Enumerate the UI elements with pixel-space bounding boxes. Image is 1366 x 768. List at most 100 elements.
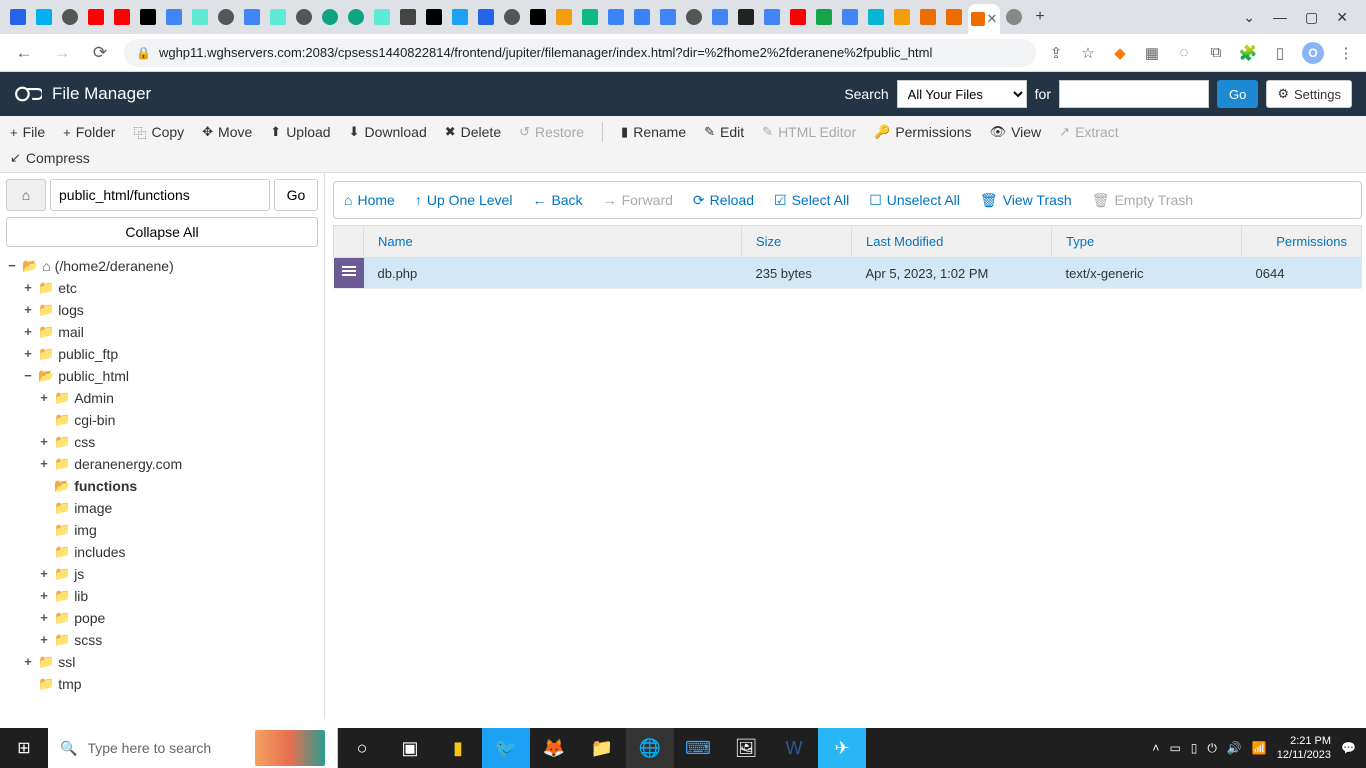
path-input[interactable]	[50, 179, 270, 211]
col-size[interactable]: Size	[742, 226, 852, 258]
taskbar-app[interactable]: ○	[338, 728, 386, 768]
tab-icon[interactable]	[760, 5, 784, 29]
tab-icon[interactable]	[110, 5, 134, 29]
taskbar-app[interactable]: ✈	[818, 728, 866, 768]
tab-icon[interactable]	[630, 5, 654, 29]
tab-icon[interactable]	[448, 5, 472, 29]
extension-icon[interactable]: ◌	[1174, 43, 1194, 63]
tab-icon[interactable]	[604, 5, 628, 29]
home-button[interactable]: ⌂Home	[344, 192, 395, 208]
copy-button[interactable]: ⿻Copy	[133, 123, 184, 142]
col-icon[interactable]	[334, 226, 364, 258]
tab-active[interactable]: ✕	[968, 4, 1000, 34]
tab-icon[interactable]	[864, 5, 888, 29]
col-name[interactable]: Name	[364, 226, 742, 258]
tab-icon[interactable]	[6, 5, 30, 29]
star-icon[interactable]: ☆	[1078, 43, 1098, 63]
restore-button[interactable]: ↺Restore	[519, 124, 584, 140]
tab-icon[interactable]	[838, 5, 862, 29]
tab-icon[interactable]	[734, 5, 758, 29]
tab-icon[interactable]	[656, 5, 680, 29]
tab-icon[interactable]	[162, 5, 186, 29]
unselect-all-button[interactable]: ☐Unselect All	[869, 192, 960, 209]
tray-wifi-icon[interactable]: 📶	[1252, 741, 1267, 755]
extensions-icon[interactable]: 🧩	[1238, 43, 1258, 63]
tab-icon[interactable]	[396, 5, 420, 29]
close-icon[interactable]: ✕	[987, 11, 998, 27]
tree-node-tmp[interactable]: 📁tmp	[22, 673, 318, 695]
file-button[interactable]: +File	[10, 124, 45, 140]
back-button[interactable]: ←	[10, 43, 38, 63]
taskbar-app[interactable]: ▣	[386, 728, 434, 768]
tray-icon[interactable]: ▭	[1169, 741, 1180, 755]
tab-icon[interactable]	[318, 5, 342, 29]
col-modified[interactable]: Last Modified	[852, 226, 1052, 258]
chevron-down-icon[interactable]: ⌄	[1243, 9, 1255, 26]
tree-root[interactable]: −📂⌂(/home2/deranene)	[6, 255, 318, 277]
maximize-button[interactable]: ▢	[1305, 9, 1318, 26]
taskbar-app[interactable]: 🖼	[722, 728, 770, 768]
taskbar-app[interactable]: ▮	[434, 728, 482, 768]
tree-node-admin[interactable]: +📁Admin	[38, 387, 318, 409]
tab-icon[interactable]	[786, 5, 810, 29]
tree-node-img[interactable]: 📁img	[38, 519, 318, 541]
extract-button[interactable]: ↗Extract	[1059, 124, 1118, 140]
tab-icon[interactable]	[58, 5, 82, 29]
tree-node-mail[interactable]: +📁mail	[22, 321, 318, 343]
tab-icon[interactable]	[708, 5, 732, 29]
taskbar-clock[interactable]: 2:21 PM 12/11/2023	[1277, 734, 1331, 762]
tray-chevron-icon[interactable]: ˄	[1152, 741, 1159, 755]
reload-button[interactable]: ⟳	[86, 43, 114, 63]
taskbar-app[interactable]: 🐦	[482, 728, 530, 768]
tree-node-image[interactable]: 📁image	[38, 497, 318, 519]
tab-icon[interactable]	[214, 5, 238, 29]
taskbar-app[interactable]: 🦊	[530, 728, 578, 768]
search-input[interactable]	[1059, 80, 1209, 108]
tree-node-public-html[interactable]: −📂public_html	[22, 365, 318, 387]
search-scope-select[interactable]: All Your Files	[897, 80, 1027, 108]
tab-icon[interactable]	[474, 5, 498, 29]
back-nav-button[interactable]: ←Back	[532, 192, 582, 208]
tray-battery-icon[interactable]: ⏻	[1207, 741, 1217, 756]
tab-icon[interactable]	[916, 5, 940, 29]
tab-icon[interactable]	[32, 5, 56, 29]
tab-icon[interactable]	[344, 5, 368, 29]
tray-icon[interactable]: ▯	[1191, 741, 1198, 755]
tab-icon[interactable]	[266, 5, 290, 29]
close-button[interactable]: ✕	[1336, 9, 1348, 26]
settings-button[interactable]: ⚙Settings	[1266, 80, 1352, 108]
collapse-all-button[interactable]: Collapse All	[6, 217, 318, 247]
tab-icon[interactable]	[500, 5, 524, 29]
view-trash-button[interactable]: 🗑View Trash	[980, 192, 1072, 209]
tree-node-public-ftp[interactable]: +📁public_ftp	[22, 343, 318, 365]
tab-icon[interactable]	[292, 5, 316, 29]
up-button[interactable]: ↑Up One Level	[415, 192, 513, 208]
url-input[interactable]: 🔒 wghp11.wghservers.com:2083/cpsess14408…	[124, 39, 1036, 67]
extension-icon[interactable]: ▦	[1142, 43, 1162, 63]
permissions-button[interactable]: 🔑Permissions	[874, 124, 971, 140]
extension-icon[interactable]: ◆	[1110, 43, 1130, 63]
tree-node-deranenergy[interactable]: +📁deranenergy.com	[38, 453, 318, 475]
select-all-button[interactable]: ☑Select All	[774, 192, 849, 209]
tab-icon[interactable]	[552, 5, 576, 29]
tree-node-logs[interactable]: +📁logs	[22, 299, 318, 321]
tree-node-css[interactable]: +📁css	[38, 431, 318, 453]
compress-button[interactable]: ↙Compress	[10, 150, 90, 166]
sidepanel-icon[interactable]: ▯	[1270, 43, 1290, 63]
delete-button[interactable]: ✖Delete	[445, 124, 501, 140]
tray-notifications-icon[interactable]: 💬	[1341, 741, 1356, 755]
tab-icon[interactable]	[1002, 5, 1026, 29]
minimize-button[interactable]: —	[1273, 9, 1287, 26]
taskbar-app[interactable]: ⌨	[674, 728, 722, 768]
tree-node-lib[interactable]: +📁lib	[38, 585, 318, 607]
new-tab-button[interactable]: +	[1028, 5, 1052, 29]
menu-icon[interactable]: ⋮	[1336, 43, 1356, 63]
avatar[interactable]: O	[1302, 42, 1324, 64]
folder-button[interactable]: +Folder	[63, 124, 115, 140]
html-editor-button[interactable]: ✎HTML Editor	[762, 124, 856, 140]
tab-icon[interactable]	[942, 5, 966, 29]
reload-nav-button[interactable]: ⟳Reload	[693, 192, 754, 209]
tree-node-etc[interactable]: +📁etc	[22, 277, 318, 299]
tree-node-scss[interactable]: +📁scss	[38, 629, 318, 651]
tab-icon[interactable]	[422, 5, 446, 29]
